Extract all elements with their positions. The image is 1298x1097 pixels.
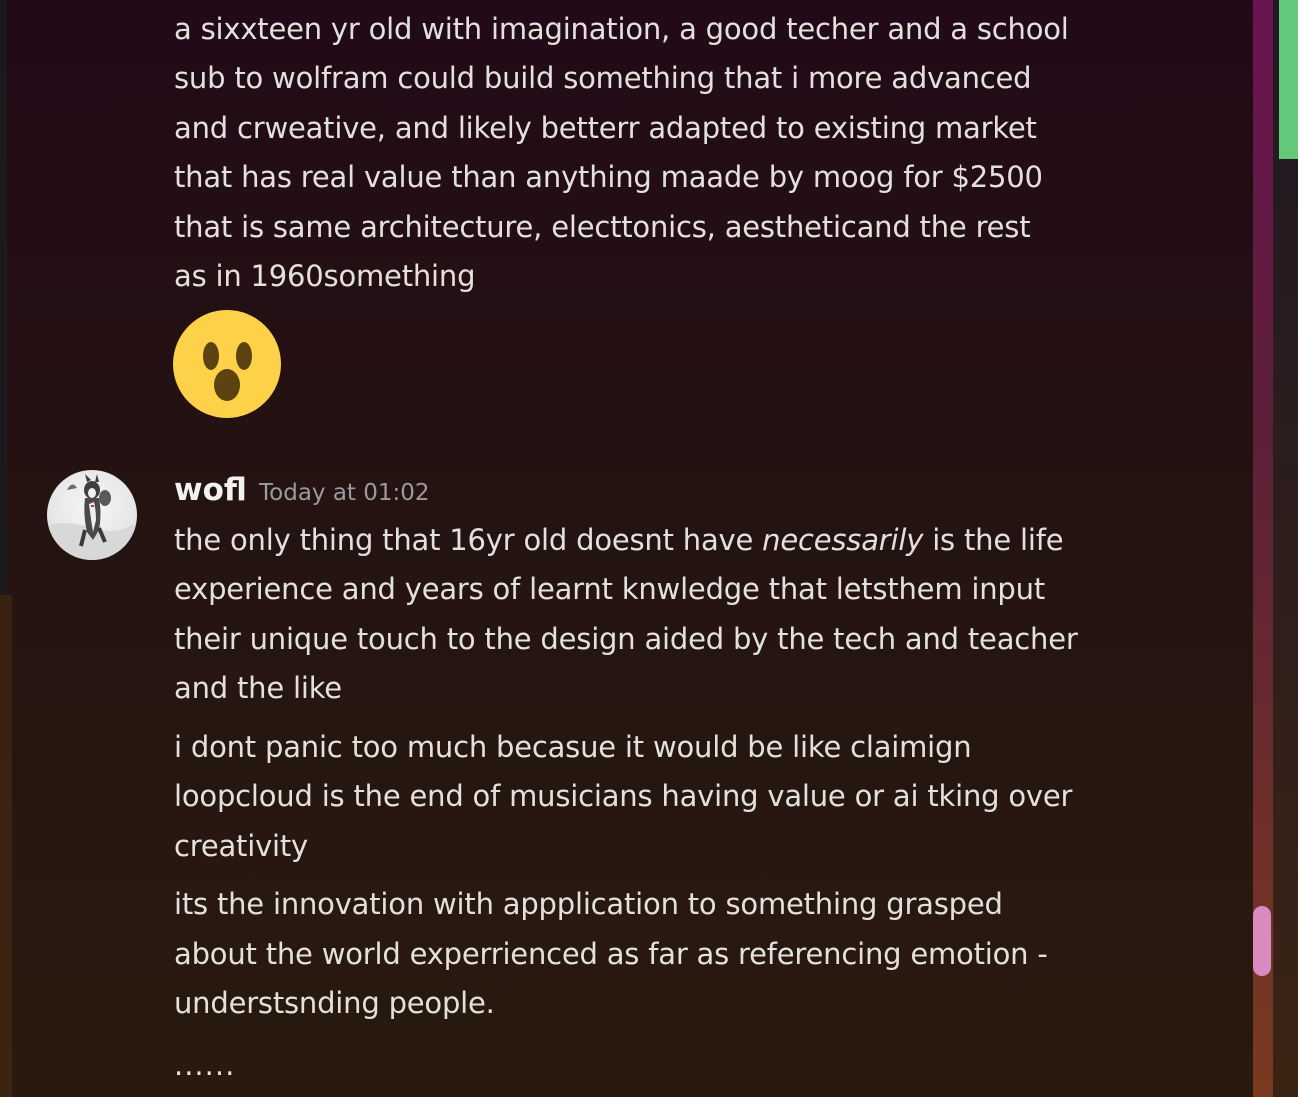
- message-trailing-dots: ......: [174, 1048, 236, 1082]
- message-line: its the innovation with appplication to …: [174, 887, 1003, 921]
- emoji-mouth: [214, 369, 240, 401]
- message-line: their unique touch to the design aided b…: [174, 622, 1078, 656]
- message-line: understsnding people.: [174, 986, 495, 1020]
- left-panel-edge: [0, 0, 7, 595]
- emoji-eye-right: [236, 342, 252, 370]
- message-line: that has real value than anything maade …: [174, 160, 1043, 194]
- scrollbar-thumb[interactable]: [1253, 906, 1271, 976]
- message-author[interactable]: wofl: [174, 467, 247, 513]
- message-line: as in 1960something: [174, 259, 476, 293]
- message-line: the only thing that 16yr old doesnt have…: [174, 516, 1064, 565]
- left-panel-edge-lower: [0, 595, 12, 1097]
- message-text: the only thing that 16yr old doesnt have: [174, 523, 763, 557]
- message-line: creativity: [174, 829, 309, 863]
- emoji-eye-left: [203, 342, 219, 370]
- message-line: that is same architecture, electtonics, …: [174, 210, 1031, 244]
- side-accent-bar: [1279, 0, 1298, 159]
- side-rail: [1273, 0, 1298, 1097]
- message-text: is the life: [923, 523, 1064, 557]
- message-line: i dont panic too much becasue it would b…: [174, 730, 972, 764]
- message-line: and the like: [174, 671, 342, 705]
- chat-message-list: a sixxteen yr old with imagination, a go…: [12, 0, 1253, 1097]
- message-line: loopcloud is the end of musicians having…: [174, 779, 1073, 813]
- message-line: sub to wolfram could build something tha…: [174, 61, 1032, 95]
- message-line: about the world experrienced as far as r…: [174, 937, 1048, 971]
- husky-avatar-icon: [47, 474, 137, 560]
- message-line: a sixxteen yr old with imagination, a go…: [174, 12, 1069, 46]
- message-timestamp[interactable]: Today at 01:02: [259, 474, 430, 512]
- message-line: and crweative, and likely betterr adapte…: [174, 111, 1037, 145]
- astonished-face-emoji-icon[interactable]: [173, 310, 281, 418]
- message-line: experience and years of learnt knwledge …: [174, 572, 1045, 606]
- avatar[interactable]: [47, 470, 137, 560]
- message-emphasis: necessarily: [762, 523, 924, 557]
